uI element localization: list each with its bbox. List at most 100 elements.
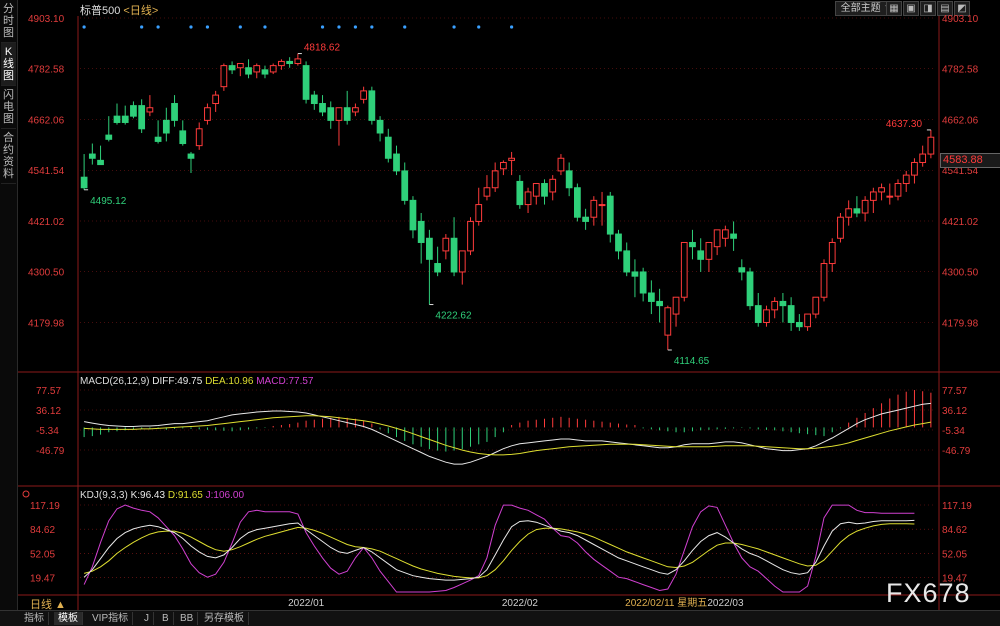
tab-save-template[interactable]: 另存模板 — [200, 612, 249, 625]
candle-body — [138, 105, 146, 130]
macd-tick-label: -46.79 — [36, 446, 65, 457]
candle-body — [409, 199, 417, 231]
kdj-tick-label: 52.05 — [942, 549, 967, 560]
extreme-price-label: 4114.65 — [674, 356, 710, 367]
price-tick-label: 4903.10 — [942, 14, 979, 25]
signal-dot — [140, 25, 144, 29]
candle-body — [738, 267, 746, 273]
price-tick-label: 4179.98 — [28, 318, 65, 329]
candle-body — [582, 216, 589, 222]
macd-tick-label: 77.57 — [36, 386, 61, 397]
kdj-d-line — [83, 523, 915, 579]
candle-body — [878, 187, 885, 193]
signal-dot — [353, 25, 358, 29]
indicator-tab-bar: 指标 模板 VIP指标 J B BB 另存模板 — [0, 610, 1000, 626]
candle-body — [697, 250, 705, 260]
extreme-price-label: 4818.62 — [304, 43, 341, 54]
signal-dot — [263, 25, 267, 29]
candle-body — [286, 60, 294, 65]
candle-body — [919, 153, 927, 163]
signal-dot — [510, 25, 514, 29]
chart-canvas[interactable]: 4903.10 4903.10 4782.58 4782.58 4662.06 4662.… — [0, 0, 1000, 610]
extreme-price-label: 4637.30 — [886, 119, 923, 130]
candle-body — [253, 65, 261, 73]
panel-close-icon — [22, 490, 30, 498]
candle-body — [779, 300, 787, 307]
candle-body — [853, 208, 861, 214]
candlestick-panel[interactable] — [80, 25, 935, 350]
candle-body — [664, 307, 672, 336]
price-tick-label: 4541.54 — [28, 166, 65, 177]
signal-dot — [337, 25, 341, 29]
candle-body — [376, 119, 384, 134]
candle-body — [121, 115, 129, 123]
candle-body — [590, 199, 598, 218]
signal-dot — [370, 25, 374, 29]
candle-body — [541, 183, 548, 197]
tab-indicator[interactable]: 指标 — [20, 612, 49, 625]
macd-legend: MACD(26,12,9) DIFF:49.75 DEA:10.96 MACD:… — [80, 376, 314, 387]
candle-body — [220, 65, 228, 88]
signal-dot — [189, 25, 193, 29]
price-tick-label: 4300.50 — [942, 268, 979, 279]
candle-body — [730, 233, 737, 239]
kdj-legend-j: J:106.00 — [206, 490, 245, 501]
signal-dot — [403, 25, 407, 29]
tab-b[interactable]: B — [158, 612, 174, 625]
candle-body — [820, 263, 828, 298]
candle-body — [615, 233, 622, 252]
candle-body — [491, 170, 499, 189]
candle-body — [458, 250, 466, 273]
chart-grid — [18, 16, 1000, 610]
tab-j[interactable]: J — [140, 612, 154, 625]
candle-body — [549, 178, 557, 193]
candle-body — [927, 136, 935, 155]
macd-panel[interactable] — [83, 390, 932, 465]
candle-body — [204, 107, 211, 121]
tab-template[interactable]: 模板 — [54, 612, 83, 625]
candle-body — [368, 90, 376, 121]
candle-body — [500, 161, 507, 170]
candle-body — [869, 191, 877, 201]
candle-body — [335, 107, 343, 121]
candle-body — [680, 241, 688, 298]
macd-legend-dea: DEA:10.96 — [205, 376, 256, 387]
candle-body — [565, 170, 573, 189]
candle-body — [310, 94, 318, 105]
candle-body — [804, 313, 811, 328]
candle-body — [705, 241, 713, 260]
candle-body — [195, 128, 203, 147]
candle-body — [623, 250, 631, 273]
candle-body — [245, 67, 252, 75]
price-tick-label: 4662.06 — [28, 115, 65, 126]
candle-body — [417, 220, 425, 243]
candle-body — [845, 208, 853, 218]
candle-body — [294, 58, 302, 65]
date-tick-label: 2022/02/11 星期五 — [625, 597, 707, 609]
candle-body — [278, 60, 285, 67]
macd-title: MACD(26,12,9) — [80, 376, 152, 387]
kdj-panel[interactable] — [83, 504, 915, 593]
kdj-tick-label: 117.19 — [30, 501, 60, 512]
price-tick-label: 4782.58 — [28, 65, 65, 76]
candle-body — [837, 216, 844, 239]
candle-body — [319, 103, 326, 113]
candle-body — [672, 296, 680, 315]
candle-body — [721, 229, 729, 239]
tab-bb[interactable]: BB — [176, 612, 199, 625]
candle-body — [179, 130, 187, 145]
candle-body — [902, 174, 910, 185]
candle-body — [450, 237, 458, 273]
candle-body — [261, 69, 269, 75]
date-tick-label: 2022/01 — [288, 598, 325, 609]
kdj-tick-label: 117.19 — [942, 501, 972, 512]
tab-vip-indicator[interactable]: VIP指标 — [88, 612, 134, 625]
macd-tick-label: 36.12 — [36, 406, 61, 417]
macd-tick-label: -5.34 — [942, 426, 965, 437]
candle-body — [269, 65, 277, 73]
candle-body — [886, 195, 894, 198]
candle-body — [557, 157, 565, 172]
candle-body — [713, 229, 721, 248]
extreme-price-label: 4222.62 — [435, 311, 472, 322]
candle-body — [598, 204, 606, 207]
